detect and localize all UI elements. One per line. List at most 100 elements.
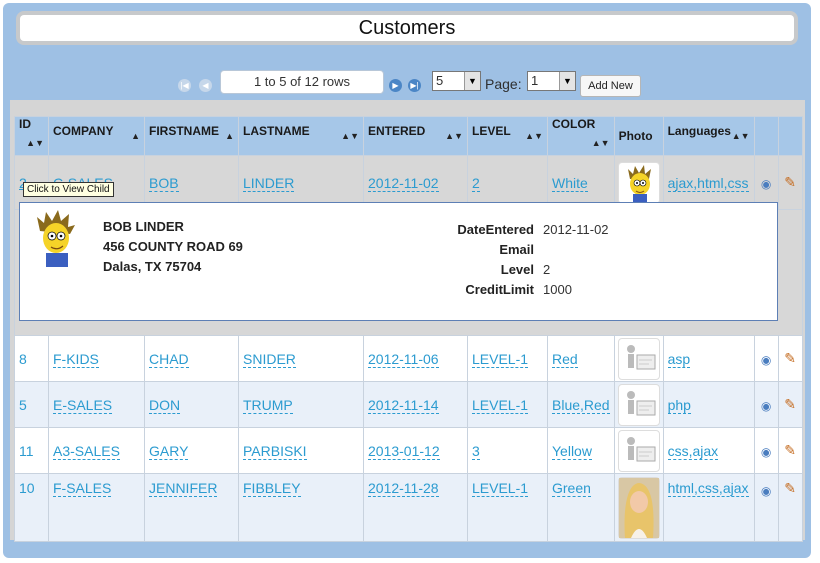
level-value[interactable]: 2: [472, 174, 480, 192]
column-header-entered[interactable]: ENTERED ▲▼: [363, 116, 468, 156]
column-header-id[interactable]: ID ▲▼: [14, 116, 49, 156]
column-header-level[interactable]: LEVEL ▲▼: [467, 116, 548, 156]
color-cell[interactable]: Yellow: [547, 427, 615, 474]
id-cell[interactable]: 11: [14, 427, 49, 474]
color-cell[interactable]: Blue,Red: [547, 381, 615, 428]
languages-cell[interactable]: css,ajax: [662, 427, 755, 474]
edit-cell[interactable]: ✎: [777, 155, 803, 210]
lastname-value[interactable]: SNIDER: [243, 350, 296, 368]
firstname-value[interactable]: DON: [149, 396, 181, 414]
view-cell[interactable]: ◉: [753, 335, 779, 382]
languages-value[interactable]: ajax,html,css: [667, 174, 749, 192]
firstname-value[interactable]: JENNIFER: [149, 480, 218, 497]
row-id[interactable]: 10: [19, 480, 35, 496]
company-cell[interactable]: E-SALES: [48, 381, 145, 428]
pencil-icon[interactable]: ✎: [784, 442, 796, 458]
column-header-lastname[interactable]: LASTNAME ▲▼: [238, 116, 364, 156]
column-header-company[interactable]: COMPANY ▲: [48, 116, 145, 156]
first-page-icon[interactable]: |◀: [178, 79, 191, 92]
lastname-value[interactable]: LINDER: [243, 174, 295, 192]
level-cell[interactable]: 3: [467, 427, 548, 474]
prev-page-icon[interactable]: ◀: [199, 79, 212, 92]
eye-icon[interactable]: ◉: [761, 177, 771, 191]
page-number-select[interactable]: 1 ▼: [527, 71, 576, 91]
lastname-cell[interactable]: FIBBLEY: [238, 473, 364, 542]
languages-cell[interactable]: html,css,ajax: [662, 473, 755, 542]
languages-cell[interactable]: asp: [662, 335, 755, 382]
edit-cell[interactable]: ✎: [777, 335, 803, 382]
firstname-value[interactable]: GARY: [149, 442, 189, 460]
column-header-firstname[interactable]: FIRSTNAME ▲: [144, 116, 239, 156]
view-cell[interactable]: ◉: [753, 381, 779, 428]
table-row[interactable]: 8 F-KIDS CHAD SNIDER 2012-11-06 LEVEL-1 …: [14, 335, 803, 382]
color-cell[interactable]: Red: [547, 335, 615, 382]
id-cell[interactable]: 10: [14, 473, 49, 542]
lastname-value[interactable]: TRUMP: [243, 396, 293, 414]
firstname-cell[interactable]: CHAD: [144, 335, 239, 382]
pencil-icon[interactable]: ✎: [784, 350, 796, 366]
id-cell[interactable]: 8: [14, 335, 49, 382]
color-value[interactable]: Green: [552, 480, 591, 497]
column-header-languages[interactable]: Languages ▲▼: [662, 116, 755, 156]
level-cell[interactable]: LEVEL-1: [467, 381, 548, 428]
last-page-icon[interactable]: ▶|: [408, 79, 421, 92]
pencil-icon[interactable]: ✎: [784, 480, 796, 496]
table-row[interactable]: 11 A3-SALES GARY PARBISKI 2013-01-12 3 Y…: [14, 427, 803, 474]
lastname-cell[interactable]: SNIDER: [238, 335, 364, 382]
pencil-icon[interactable]: ✎: [784, 396, 796, 412]
company-value[interactable]: A3-SALES: [53, 442, 120, 460]
add-new-button[interactable]: Add New: [580, 75, 641, 97]
color-value[interactable]: Red: [552, 350, 578, 368]
pencil-icon[interactable]: ✎: [784, 174, 796, 190]
level-value[interactable]: LEVEL-1: [472, 480, 529, 497]
level-cell[interactable]: LEVEL-1: [467, 473, 548, 542]
page-size-select[interactable]: 5 ▼: [432, 71, 481, 91]
edit-cell[interactable]: ✎: [777, 473, 803, 542]
entered-cell[interactable]: 2012-11-28: [363, 473, 468, 542]
color-value[interactable]: White: [552, 174, 588, 192]
level-value[interactable]: LEVEL-1: [472, 396, 529, 414]
languages-value[interactable]: php: [667, 396, 691, 414]
entered-value[interactable]: 2013-01-12: [368, 442, 440, 460]
eye-icon[interactable]: ◉: [761, 353, 771, 367]
entered-cell[interactable]: 2012-11-14: [363, 381, 468, 428]
entered-value[interactable]: 2012-11-02: [368, 174, 439, 192]
table-row[interactable]: 10 F-SALES JENNIFER FIBBLEY 2012-11-28 L…: [14, 473, 803, 542]
level-value[interactable]: LEVEL-1: [472, 350, 529, 368]
entered-cell[interactable]: 2013-01-12: [363, 427, 468, 474]
lastname-cell[interactable]: TRUMP: [238, 381, 364, 428]
entered-value[interactable]: 2012-11-14: [368, 396, 439, 414]
color-value[interactable]: Blue,Red: [552, 396, 610, 414]
color-value[interactable]: Yellow: [552, 442, 592, 460]
row-id[interactable]: 11: [19, 443, 34, 459]
company-value[interactable]: F-KIDS: [53, 350, 99, 368]
id-cell[interactable]: 5: [14, 381, 49, 428]
edit-cell[interactable]: ✎: [777, 381, 803, 428]
table-row[interactable]: 5 E-SALES DON TRUMP 2012-11-14 LEVEL-1 B…: [14, 381, 803, 428]
level-value[interactable]: 3: [472, 442, 480, 460]
next-page-icon[interactable]: ▶: [389, 79, 402, 92]
firstname-cell[interactable]: DON: [144, 381, 239, 428]
eye-icon[interactable]: ◉: [761, 399, 771, 413]
lastname-cell[interactable]: PARBISKI: [238, 427, 364, 474]
company-value[interactable]: F-SALES: [53, 480, 112, 497]
row-id[interactable]: 8: [19, 351, 27, 367]
company-cell[interactable]: F-KIDS: [48, 335, 145, 382]
entered-cell[interactable]: 2012-11-06: [363, 335, 468, 382]
column-header-color[interactable]: COLOR ▲▼: [547, 116, 615, 156]
firstname-cell[interactable]: JENNIFER: [144, 473, 239, 542]
view-cell[interactable]: ◉: [753, 473, 779, 542]
color-cell[interactable]: Green: [547, 473, 615, 542]
entered-value[interactable]: 2012-11-06: [368, 350, 439, 368]
languages-value[interactable]: asp: [667, 350, 691, 368]
row-id[interactable]: 5: [19, 397, 27, 413]
languages-value[interactable]: css,ajax: [667, 442, 719, 460]
company-cell[interactable]: F-SALES: [48, 473, 145, 542]
edit-cell[interactable]: ✎: [777, 427, 803, 474]
entered-value[interactable]: 2012-11-28: [368, 480, 439, 497]
eye-icon[interactable]: ◉: [761, 484, 771, 498]
firstname-value[interactable]: BOB: [149, 174, 179, 192]
company-cell[interactable]: A3-SALES: [48, 427, 145, 474]
firstname-cell[interactable]: GARY: [144, 427, 239, 474]
languages-value[interactable]: html,css,ajax: [667, 480, 749, 497]
